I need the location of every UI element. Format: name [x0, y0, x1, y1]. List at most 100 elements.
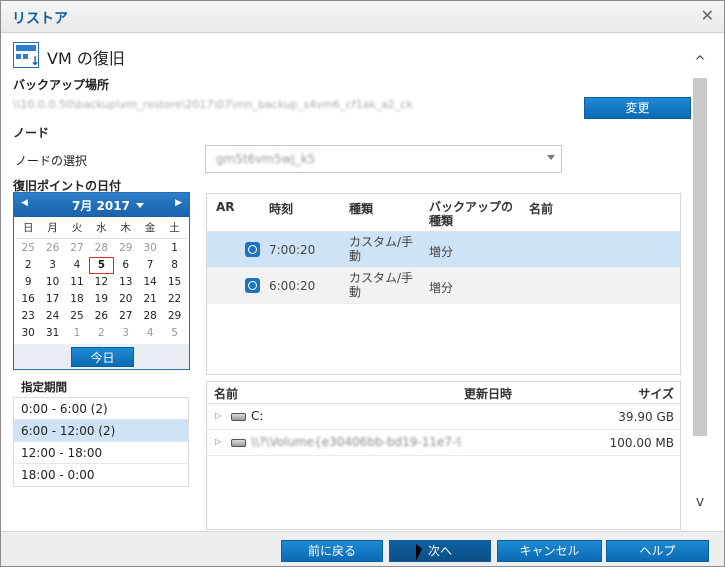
calendar-day[interactable]: 24	[40, 308, 64, 325]
calendar-day[interactable]: 27	[114, 308, 138, 325]
calendar-day[interactable]: 5	[162, 325, 186, 342]
calendar-day[interactable]: 10	[40, 274, 64, 291]
calendar-day[interactable]: 8	[162, 257, 186, 274]
calendar: ◀ 7月 2017 ▶ 日月火水木金土 25 26 27 28 29 30 1 2 3 4 5 6 7 8 9…	[13, 192, 190, 370]
calendar-footer: 今日	[14, 344, 189, 369]
recovery-points-table: AR 時刻 種類 バックアップの種類 名前 7:00:20 カスタム/手動 増分…	[206, 193, 681, 375]
next-month-icon[interactable]: ▶	[175, 198, 182, 208]
calendar-day[interactable]: 9	[16, 274, 40, 291]
calendar-week-row: 23 24 25 26 27 28 29	[16, 308, 187, 325]
footer-bar: 前に戻る 次へ キャンセル ヘルプ	[1, 531, 724, 566]
expand-icon[interactable]: ▷	[215, 411, 221, 420]
calendar-day[interactable]: 16	[16, 291, 40, 308]
recovery-point-icon	[245, 278, 260, 293]
node-section-label: ノード	[13, 126, 50, 140]
calendar-day[interactable]: 18	[65, 291, 89, 308]
calendar-day[interactable]: 3	[114, 325, 138, 342]
calendar-day[interactable]: 31	[40, 325, 64, 342]
rp-type: カスタム/手動	[349, 271, 414, 299]
calendar-day[interactable]: 23	[16, 308, 40, 325]
calendar-day[interactable]: 1	[162, 240, 186, 257]
calendar-day[interactable]: 13	[114, 274, 138, 291]
month-dropdown-icon[interactable]	[136, 203, 144, 208]
back-button[interactable]: 前に戻る	[281, 540, 383, 562]
calendar-day[interactable]: 12	[89, 274, 113, 291]
scroll-up-icon[interactable]: ^	[692, 54, 708, 70]
calendar-day[interactable]: 7	[138, 257, 162, 274]
calendar-day[interactable]: 30	[16, 325, 40, 342]
calendar-day[interactable]: 21	[138, 291, 162, 308]
backup-location-path: \\10.0.0.50\backup\vm_restore\2017\07\mn…	[13, 98, 413, 111]
calendar-day[interactable]: 5	[89, 257, 114, 274]
calendar-day[interactable]: 25	[16, 240, 40, 257]
today-button[interactable]: 今日	[71, 347, 134, 367]
file-size: 100.00 MB	[609, 436, 674, 450]
prev-month-icon[interactable]: ◀	[21, 198, 28, 208]
expand-icon[interactable]: ▷	[215, 437, 221, 446]
cancel-button[interactable]: キャンセル	[497, 540, 602, 562]
calendar-day[interactable]: 28	[138, 308, 162, 325]
calendar-day[interactable]: 1	[65, 325, 89, 342]
calendar-month[interactable]: 7月 2017	[72, 197, 130, 214]
calendar-day[interactable]: 30	[138, 240, 162, 257]
calendar-day[interactable]: 25	[65, 308, 89, 325]
recovery-point-row[interactable]: 7:00:20 カスタム/手動 増分	[207, 232, 680, 268]
vertical-scrollbar[interactable]: ^ v	[690, 42, 710, 518]
period-item[interactable]: 6:00 - 12:00 (2)	[14, 420, 188, 442]
calendar-day[interactable]: 29	[162, 308, 186, 325]
next-button[interactable]: 次へ	[389, 540, 491, 562]
rp-backup-type: 増分	[429, 245, 454, 259]
column-header: 時刻	[269, 202, 294, 216]
weekday-label: 日	[22, 222, 34, 234]
scroll-thumb[interactable]	[693, 78, 707, 436]
calendar-day[interactable]: 4	[65, 257, 89, 274]
calendar-day[interactable]: 6	[114, 257, 138, 274]
recovery-point-row[interactable]: 6:00:20 カスタム/手動 増分	[207, 268, 680, 304]
recovery-point-icon	[245, 242, 260, 257]
calendar-day[interactable]: 14	[138, 274, 162, 291]
calendar-day[interactable]: 28	[89, 240, 113, 257]
calendar-day[interactable]: 26	[40, 240, 64, 257]
calendar-day[interactable]: 4	[138, 325, 162, 342]
period-item[interactable]: 0:00 - 6:00 (2)	[14, 398, 188, 420]
period-item[interactable]: 18:00 - 0:00	[14, 464, 188, 486]
files-header: 名前 更新日時 サイズ	[207, 382, 680, 404]
calendar-week-row: 9 10 11 12 13 14 15	[16, 274, 187, 291]
calendar-day[interactable]: 29	[114, 240, 138, 257]
calendar-day[interactable]: 2	[89, 325, 113, 342]
calendar-day[interactable]: 27	[65, 240, 89, 257]
calendar-day[interactable]: 22	[162, 291, 186, 308]
calendar-day[interactable]: 19	[89, 291, 113, 308]
calendar-day[interactable]: 2	[16, 257, 40, 274]
rp-time: 6:00:20	[269, 279, 316, 293]
help-button[interactable]: ヘルプ	[606, 540, 709, 562]
weekday-label: 木	[120, 222, 132, 234]
page-title: VM の復旧	[47, 49, 125, 68]
calendar-day[interactable]: 11	[65, 274, 89, 291]
backup-location-label: バックアップ場所	[13, 78, 110, 92]
files-table: 名前 更新日時 サイズ ▷ C: 39.90 GB ▷ \\?\Volume{e…	[206, 381, 681, 530]
recovery-points-header: AR 時刻 種類 バックアップの種類 名前	[207, 194, 680, 232]
close-icon[interactable]: ✕	[701, 6, 714, 25]
weekday-label: 金	[144, 222, 156, 234]
calendar-header: ◀ 7月 2017 ▶	[14, 193, 189, 217]
calendar-day[interactable]: 17	[40, 291, 64, 308]
node-select[interactable]: gm5t6vm5wj_k5	[205, 145, 562, 173]
calendar-day[interactable]: 3	[40, 257, 64, 274]
column-header: 更新日時	[464, 387, 513, 401]
calendar-week-row: 16 17 18 19 20 21 22	[16, 291, 187, 308]
file-row[interactable]: ▷ \\?\Volume{e30406bb-bd19-11e7-9435-806…	[207, 430, 680, 456]
chevron-down-icon[interactable]	[547, 155, 555, 160]
dialog-title: リストア	[12, 11, 68, 27]
calendar-day[interactable]: 15	[162, 274, 186, 291]
file-row[interactable]: ▷ C: 39.90 GB	[207, 404, 680, 430]
file-name: C:	[251, 409, 264, 423]
period-item[interactable]: 12:00 - 18:00	[14, 442, 188, 464]
drive-icon	[231, 439, 246, 447]
change-button[interactable]: 変更	[584, 97, 691, 119]
column-header: バックアップの種類	[429, 200, 514, 228]
restore-dialog: リストア ✕ ↓ VM の復旧 バックアップ場所 \\10.0.0.50\bac…	[0, 0, 725, 567]
scroll-down-icon[interactable]: v	[692, 494, 708, 510]
calendar-day[interactable]: 20	[114, 291, 138, 308]
calendar-day[interactable]: 26	[89, 308, 113, 325]
